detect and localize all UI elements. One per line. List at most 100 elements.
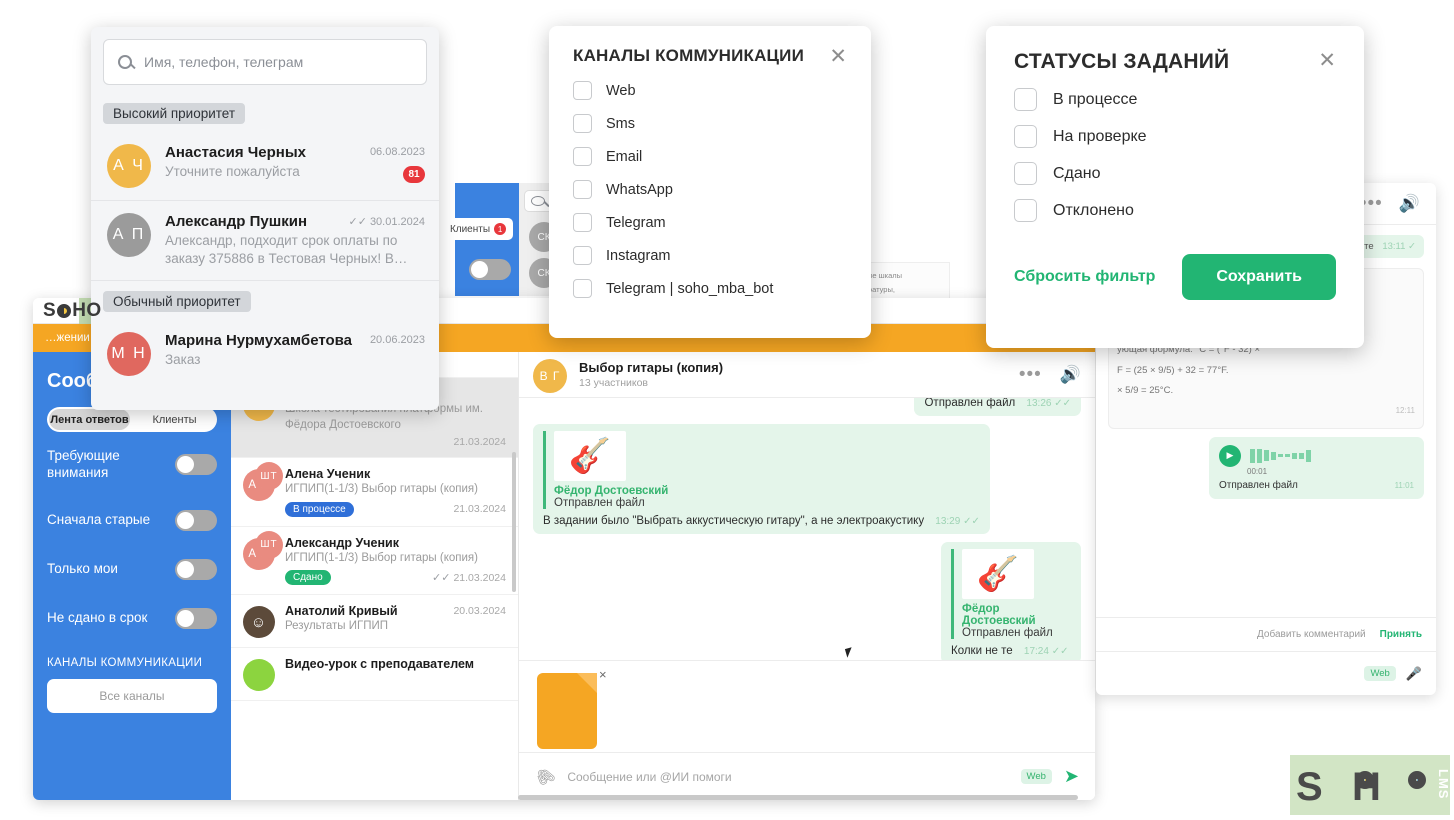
checkbox[interactable] (573, 114, 592, 133)
save-button[interactable]: Сохранить (1182, 254, 1336, 300)
logo-o-icon (57, 303, 72, 318)
checkbox[interactable] (573, 81, 592, 100)
message-time: 13:26 (1026, 398, 1052, 409)
voice-message[interactable]: ▶ 00:01 Отправлен файл 11:01 (1209, 436, 1424, 499)
close-icon[interactable]: ✕ (829, 46, 847, 67)
checkbox[interactable] (573, 147, 592, 166)
status-badge: В процессе (285, 501, 354, 517)
clients-chip[interactable]: Клиенты 1 (443, 218, 513, 240)
checkbox[interactable] (1014, 162, 1037, 185)
toggle-attention[interactable] (175, 454, 217, 476)
tab-klienty[interactable]: Клиенты (134, 409, 215, 430)
toggle-overdue[interactable] (175, 607, 217, 629)
read-ticks-icon: ✓✓ (432, 571, 451, 584)
clients-chip-count: 1 (494, 223, 507, 235)
chat-header: В Г Выбор гитары (копия) 13 участников •… (519, 352, 1095, 398)
list-item[interactable]: ☺ Анатолий Кривый Результаты ИГПИП 20.03… (231, 595, 518, 649)
reset-filter-button[interactable]: Сбросить фильтр (1014, 268, 1155, 286)
toggle-oldest[interactable] (175, 509, 217, 531)
quote-text: Отправлен файл (554, 497, 645, 509)
list-item-name: Видео-урок с преподавателем (285, 657, 475, 672)
toggle-onlymine[interactable] (175, 558, 217, 580)
attachment-preview: × (519, 660, 1095, 752)
message-input[interactable]: Сообщение или @ИИ помоги (567, 770, 731, 784)
channel-option-web[interactable]: Web (573, 81, 847, 100)
list-item[interactable]: А У Алена Ученик ИГПИП(1-1/3) Выбор гита… (231, 458, 518, 527)
sound-icon[interactable]: 🔊 (1399, 194, 1420, 214)
channel-tag[interactable]: Web (1364, 666, 1396, 681)
message-text: Колки не те (951, 645, 1013, 657)
close-icon[interactable]: ✕ (1318, 50, 1336, 71)
checkbox[interactable] (1014, 199, 1037, 222)
option-label: Sms (606, 115, 635, 132)
checkbox[interactable] (573, 246, 592, 265)
channel-option-whatsapp[interactable]: WhatsApp (573, 180, 847, 199)
chat-pane: В Г Выбор гитары (копия) 13 участников •… (519, 352, 1095, 800)
option-label: Web (606, 82, 636, 99)
secondary-composer: Web 🎤 (1096, 651, 1436, 695)
paperclip-icon[interactable]: 🖇 (531, 762, 559, 790)
list-item[interactable]: А У Александр Ученик ИГПИП(1-1/3) Выбор … (231, 527, 518, 596)
option-label: Отклонено (1053, 201, 1134, 219)
checkbox[interactable] (1014, 125, 1037, 148)
status-option-rejected[interactable]: Отклонено (1014, 199, 1336, 222)
checkbox[interactable] (573, 279, 592, 298)
bg-toggle[interactable] (469, 259, 511, 280)
channels-modal: КАНАЛЫ КОММУНИКАЦИИ ✕ Web Sms Email What… (549, 26, 871, 338)
avatar (243, 659, 275, 692)
unread-badge: 81 (403, 166, 425, 183)
option-label: На проверке (1053, 127, 1147, 145)
search-field[interactable]: Имя, телефон, телеграм (103, 39, 427, 85)
checkbox[interactable] (1014, 88, 1037, 111)
mic-icon[interactable]: 🎤 (1406, 666, 1422, 682)
message-bubble: Отправлен файл 13:26 ✓✓ (914, 398, 1081, 416)
chat-list[interactable]: А М Андрей Матюков Результаты В 28.03.20… (231, 352, 519, 800)
option-label: В процессе (1053, 90, 1138, 108)
audio-duration: 00:01 (1247, 466, 1268, 476)
list-item-sub: Результаты ИГПИП (285, 620, 389, 633)
list-item[interactable]: Видео-урок с преподавателем (231, 648, 518, 702)
avatar: А П (107, 213, 151, 257)
tab-lenta-otvetov[interactable]: Лента ответов (49, 409, 130, 430)
channel-option-email[interactable]: Email (573, 147, 847, 166)
list-item-sub: ИГПИП(1-1/3) Выбор гитары (копия) (285, 483, 478, 496)
guitar-electric-image: 🎸 (962, 549, 1034, 599)
watermark-lms-label: LMS (1436, 769, 1451, 800)
channel-tag[interactable]: Web (1020, 769, 1052, 784)
filter-row-overdue: Не сдано в срок (47, 607, 217, 629)
status-option-in-progress[interactable]: В процессе (1014, 88, 1336, 111)
all-channels-select[interactable]: Все каналы (47, 678, 217, 713)
list-item[interactable]: М Н Марина Нурмухамбетова Заказ 20.06.20… (91, 320, 439, 388)
read-ticks-icon: ✓✓ (348, 216, 367, 228)
file-attachment-icon[interactable]: × (537, 667, 607, 749)
audio-caption: Отправлен файл (1219, 479, 1298, 491)
checkbox[interactable] (573, 180, 592, 199)
list-item[interactable]: А П Александр Пушкин Александр, подходит… (91, 201, 439, 282)
guitar-image: 🎸 (554, 431, 626, 481)
add-comment-button[interactable]: Добавить комментарий (1257, 629, 1366, 640)
play-icon[interactable]: ▶ (1219, 444, 1241, 467)
channel-option-telegram-bot[interactable]: Telegram | soho_mba_bot (573, 279, 847, 298)
send-icon[interactable]: ➤ (1064, 766, 1079, 787)
status-option-done[interactable]: Сдано (1014, 162, 1336, 185)
horizontal-scrollbar[interactable] (518, 795, 1078, 800)
messages-container[interactable]: Отправлен файл 13:26 ✓✓ 🎸 Фёдор Достоевс… (519, 398, 1095, 660)
channel-option-sms[interactable]: Sms (573, 114, 847, 133)
option-label: Instagram (606, 247, 671, 264)
list-item[interactable]: А Ч Анастасия Черных Уточните пожалуйста… (91, 132, 439, 201)
channel-option-telegram[interactable]: Telegram (573, 213, 847, 232)
checkbox[interactable] (573, 213, 592, 232)
sound-icon[interactable]: 🔊 (1060, 365, 1081, 385)
filter-row-attention: Требующие внимания (47, 448, 217, 482)
remove-attachment-icon[interactable]: × (599, 667, 607, 682)
chat-title: Выбор гитары (копия) (579, 360, 724, 375)
channel-option-instagram[interactable]: Instagram (573, 246, 847, 265)
channels-section-header: КАНАЛЫ КОММУНИКАЦИИ (47, 656, 203, 669)
list-item-date: 20.06.2023 (369, 334, 425, 347)
accept-button[interactable]: Принять (1380, 629, 1422, 640)
soho-logo[interactable]: SHO (33, 298, 139, 324)
status-option-on-review[interactable]: На проверке (1014, 125, 1336, 148)
chat-list-scrollbar[interactable] (512, 452, 516, 592)
search-input[interactable]: Имя, телефон, телеграм (144, 54, 303, 70)
more-options-icon[interactable]: ••• (1019, 365, 1042, 384)
